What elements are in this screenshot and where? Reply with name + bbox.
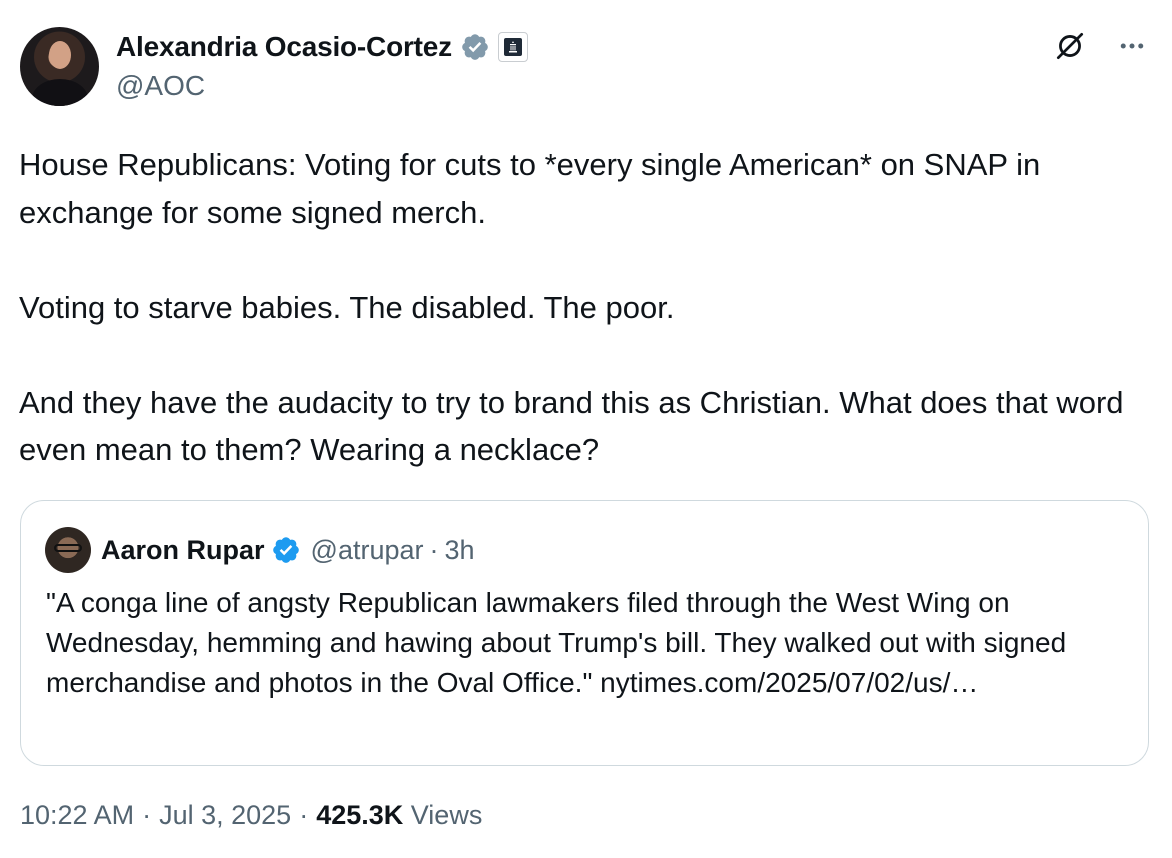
avatar-glasses [54,544,82,552]
quote-header: Aaron Rupar @atrupar · 3h [101,531,475,569]
tweet-meta: 10:22 AM · Jul 3, 2025 · 425.3K Views [20,800,482,831]
quote-text: "A conga line of angsty Republican lawma… [46,587,1067,698]
meta-separator: · [299,800,309,830]
author-name-row: Alexandria Ocasio-Cortez [116,28,528,66]
quote-author-name[interactable]: Aaron Rupar [101,535,265,566]
author-avatar[interactable] [20,27,99,106]
quoted-tweet[interactable]: Aaron Rupar @atrupar · 3h "A conga line … [20,500,1149,766]
views-count: 425.3K [316,800,404,830]
grok-icon[interactable] [1052,28,1088,64]
quote-separator: · [429,534,439,565]
tweet-text: House Republicans: Voting for cuts to *e… [19,147,1124,467]
meta-separator: · [142,800,152,830]
tweet-actions-top [1052,28,1150,64]
quote-author-handle[interactable]: @atrupar [311,535,424,566]
verified-badge-icon [460,32,490,62]
quote-time[interactable]: 3h [445,535,475,566]
government-badge-icon [497,32,528,62]
tweet-date[interactable]: Jul 3, 2025 [159,800,291,831]
more-icon[interactable] [1114,28,1150,64]
avatar-body [32,79,88,106]
author-handle[interactable]: @AOC [116,70,205,102]
views-label: Views [410,800,483,830]
quote-author-avatar[interactable] [45,527,91,573]
tweet-time[interactable]: 10:22 AM [20,800,134,831]
author-name[interactable]: Alexandria Ocasio-Cortez [116,31,452,63]
avatar-face [49,41,71,69]
verified-badge-icon [271,535,301,565]
